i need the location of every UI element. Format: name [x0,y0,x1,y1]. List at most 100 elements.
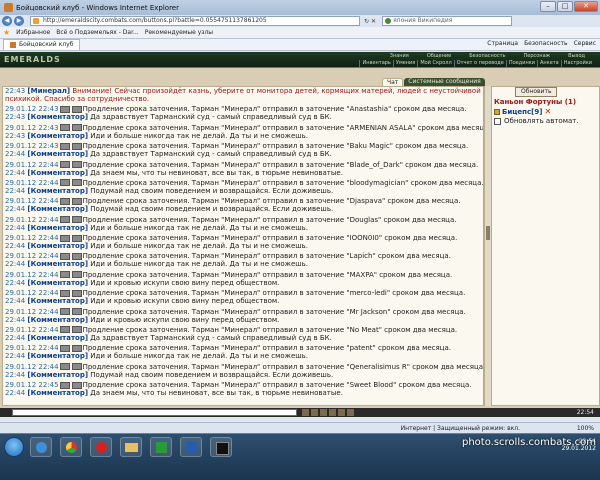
taskbar-explorer-icon[interactable] [120,437,142,457]
commentator-name[interactable]: [Комментатор] [27,260,88,268]
prisoner-name[interactable]: Djaspava [350,197,382,205]
taskbar-word-icon[interactable] [180,437,202,457]
player-entry[interactable]: Бицепс[9] ✕ [494,107,551,116]
taskbar-chrome-icon[interactable] [60,437,82,457]
page-menu[interactable]: Страница [487,40,518,47]
subnav-skills[interactable]: Умения [392,60,417,67]
subnav-transfer[interactable]: Отчет о переводе [453,60,506,67]
commentator-name[interactable]: [Комментатор] [27,224,88,232]
zoom-level[interactable]: 100% [577,425,594,432]
subnav-scroll[interactable]: Мой Скролл [417,60,453,67]
jail-icon [59,216,70,224]
commentator-name[interactable]: [Комментатор] [27,316,88,324]
minimize-button[interactable]: – [540,1,556,12]
favorites-label[interactable]: Избранное [16,29,50,36]
translit-icon[interactable] [338,409,345,416]
prisoner-name[interactable]: Sweet Blood [350,381,394,389]
commentator-name[interactable]: [Комментатор] [27,132,88,140]
jail-message: 29.01.12 22:44 Продление срока заточения.… [3,216,483,224]
chat-input[interactable] [12,409,297,416]
player-name[interactable]: Бицепс[9] [502,108,542,116]
prisoner-name[interactable]: Douglas [350,216,378,224]
tools-menu[interactable]: Сервис [574,40,596,47]
prisoner-name[interactable]: Anastashia [350,105,389,113]
message-date: 29.01.12 22:44 [5,197,59,206]
prisoner-name[interactable]: Mr Jackson [350,308,388,316]
chat-scrollbar[interactable] [484,86,491,406]
tab-fight-club[interactable]: Бойцовский клуб [3,39,81,50]
maximize-button[interactable]: □ [557,1,573,12]
back-button[interactable]: ◀ [2,16,12,26]
chat-input-bar: 22:54 [0,408,600,417]
term-text: " сроком два месяца. [388,105,467,114]
nav-knowledge[interactable]: Знания [381,53,418,60]
refresh-button[interactable]: Обновить [515,87,558,97]
commentator-name[interactable]: [Комментатор] [27,389,88,397]
commentator-text: Да здравствует Тарманский суд - самый сп… [90,150,332,159]
filter-icon[interactable] [329,409,336,416]
subnav-profile[interactable]: Анкета [536,60,561,67]
prisoner-name[interactable]: bloodymagician [350,179,406,187]
zone-status: Интернет | Защищенный режим: вкл. [400,424,520,432]
jail-icon [71,234,82,242]
prisoner-name[interactable]: Blade_of_Dark [350,161,400,169]
commentator-name[interactable]: [Комментатор] [27,334,88,342]
extend-text: Продление срока заточения. Тарман "Минер… [82,289,350,298]
close-button[interactable]: ✕ [574,1,598,12]
prisoner-name[interactable]: MAXPA [350,271,374,279]
smiles-icon[interactable] [320,409,327,416]
taskbar-ie-icon[interactable] [30,437,52,457]
nav-communication[interactable]: Общение [418,53,460,60]
refresh-icon[interactable]: ↻ [364,18,369,25]
search-input[interactable]: япония Википедия [382,16,513,26]
commentator-name[interactable]: [Комментатор] [27,113,88,121]
prisoner-name[interactable]: Baku Magic [350,142,390,150]
prisoner-name[interactable]: IOON0I0 [350,234,379,242]
scroll-thumb[interactable] [486,226,490,240]
taskbar-app-icon[interactable] [150,437,172,457]
prisoner-name[interactable]: Lapich [350,252,373,260]
commentator-name[interactable]: [Комментатор] [27,150,88,158]
safety-menu[interactable]: Безопасность [524,40,568,47]
extend-text: Продление срока заточения. Тарман "Минер… [82,178,350,187]
online-panel: Обновить Каньон Фортуны (1) Бицепс[9] ✕ … [491,86,600,406]
message-date: 29.01.12 22:44 [5,178,59,187]
stop-icon[interactable]: ✕ [371,18,376,25]
info-icon[interactable]: ✕ [544,107,551,116]
nav-character[interactable]: Персонаж [514,53,559,60]
commentator-name[interactable]: [Комментатор] [27,187,88,195]
prisoner-name[interactable]: No Meat [350,326,379,334]
nav-security[interactable]: Безопасность [460,53,514,60]
commentator-name[interactable]: [Комментатор] [27,169,88,177]
send-icon[interactable] [302,409,309,416]
commentator-name[interactable]: [Комментатор] [27,279,88,287]
subnav-fights[interactable]: Поединки [505,60,537,67]
nav-exit[interactable]: Выход [559,53,594,60]
prisoner-name[interactable]: patent [350,344,373,352]
start-button[interactable] [4,437,24,457]
subnav-settings[interactable]: Настройки [560,60,594,67]
taskbar-game-icon[interactable] [210,437,232,457]
forward-button[interactable]: ▶ [14,16,24,26]
favorite-link-2[interactable]: Рекомендуемые узлы [145,29,213,36]
jail-message: 29.01.12 22:44 Продление срока заточения.… [3,197,483,205]
prisoner-name[interactable]: merco-ledi [350,289,387,297]
commentator-name[interactable]: [Комментатор] [27,205,88,213]
sound-icon[interactable] [347,409,354,416]
commentator-name[interactable]: [Комментатор] [27,242,88,250]
subnav-inventory[interactable]: Инвентарь [359,60,392,67]
favorites-star-icon[interactable]: ★ [3,28,10,37]
address-input[interactable]: http://emeraldscity.combats.com/buttons.… [30,16,360,26]
taskbar-opera-icon[interactable] [90,437,112,457]
commentator-name[interactable]: [Комментатор] [27,297,88,305]
commentator-name[interactable]: [Комментатор] [27,352,88,360]
commentator-message: 22:44 [Комментатор] Да знаем мы, что ты … [3,389,483,397]
sender-name[interactable]: [Минерал] [27,87,70,95]
message-date: 29.01.12 22:44 [5,289,59,298]
prisoner-name[interactable]: ARMENIAN ASALA [350,124,413,132]
favorite-link-1[interactable]: Всё о Подземельях - Dar... [56,29,138,36]
commentator-name[interactable]: [Комментатор] [27,371,88,379]
prisoner-name[interactable]: Qeneralisimus R [350,363,407,371]
clear-icon[interactable] [311,409,318,416]
auto-refresh-checkbox[interactable] [494,117,501,125]
